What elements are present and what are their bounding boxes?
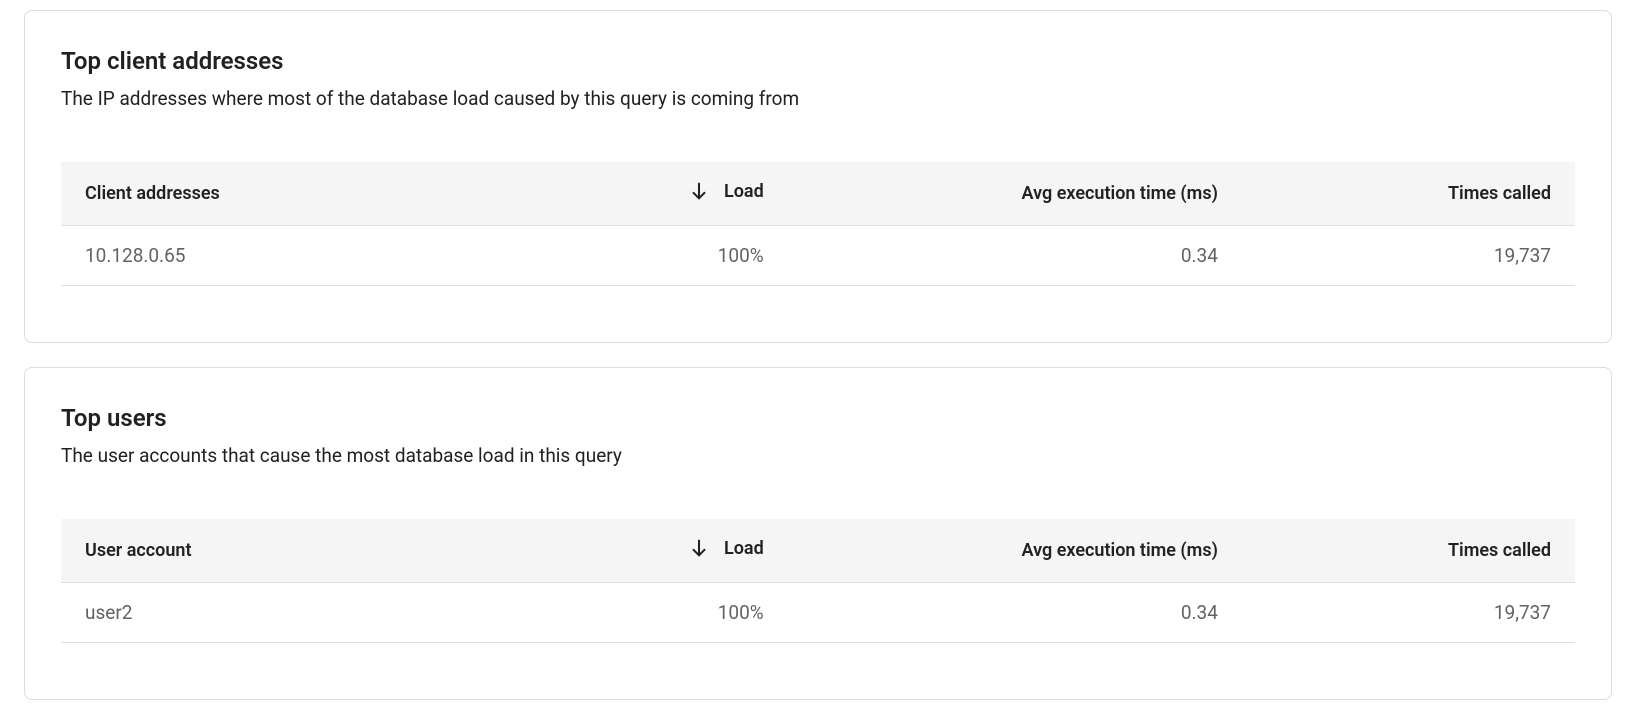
table-row: user2 100% 0.34 19,737 [61, 583, 1575, 643]
top-users-card: Top users The user accounts that cause t… [24, 367, 1612, 700]
card-title: Top users [61, 404, 1575, 432]
cell-times-called: 19,737 [1242, 226, 1575, 286]
col-load-label: Load [724, 181, 764, 202]
cell-avg-exec-time: 0.34 [788, 226, 1242, 286]
top-client-addresses-card: Top client addresses The IP addresses wh… [24, 10, 1612, 343]
users-table: User account Load Avg execution time (ms… [61, 519, 1575, 643]
col-user-account[interactable]: User account [61, 519, 545, 583]
col-load[interactable]: Load [545, 162, 787, 226]
cell-client-address: 10.128.0.65 [61, 226, 545, 286]
cell-load: 100% [545, 583, 787, 643]
card-description: The user accounts that cause the most da… [61, 444, 1575, 467]
table-row: 10.128.0.65 100% 0.34 19,737 [61, 226, 1575, 286]
card-title: Top client addresses [61, 47, 1575, 75]
col-avg-exec-time[interactable]: Avg execution time (ms) [788, 162, 1242, 226]
col-load[interactable]: Load [545, 519, 787, 583]
col-times-called[interactable]: Times called [1242, 162, 1575, 226]
col-times-called[interactable]: Times called [1242, 519, 1575, 583]
card-description: The IP addresses where most of the datab… [61, 87, 1575, 110]
col-avg-exec-time[interactable]: Avg execution time (ms) [788, 519, 1242, 583]
arrow-down-icon [688, 537, 710, 559]
cell-load: 100% [545, 226, 787, 286]
cell-avg-exec-time: 0.34 [788, 583, 1242, 643]
col-load-label: Load [724, 538, 764, 559]
col-client-addresses[interactable]: Client addresses [61, 162, 545, 226]
arrow-down-icon [688, 180, 710, 202]
client-addresses-table: Client addresses Load Avg execution time… [61, 162, 1575, 286]
cell-user-account: user2 [61, 583, 545, 643]
cell-times-called: 19,737 [1242, 583, 1575, 643]
